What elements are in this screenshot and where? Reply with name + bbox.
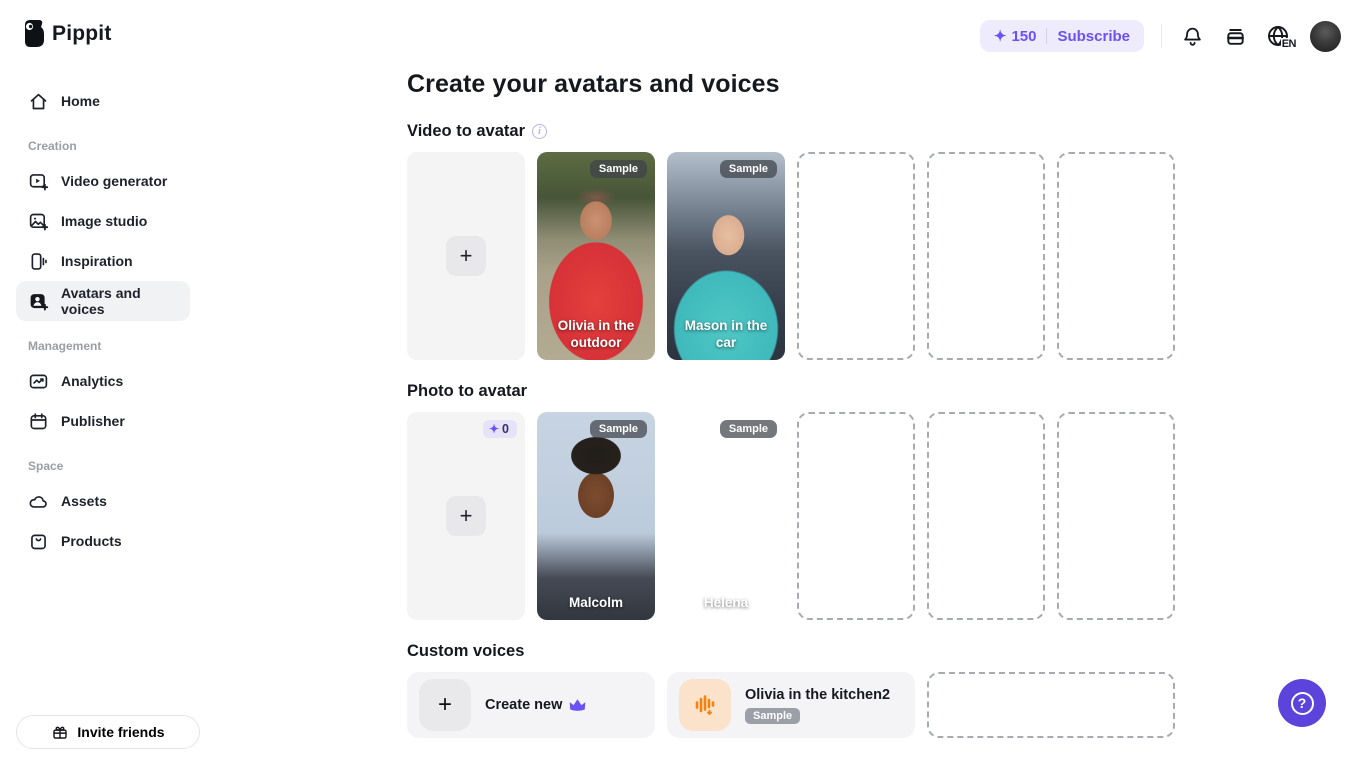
credit-cost-value: 0 (502, 422, 509, 436)
avatar-card-title: Helena (675, 594, 777, 612)
sample-badge: Sample (590, 160, 647, 178)
brand-name: Pippit (52, 22, 112, 46)
language-code: EN (1281, 38, 1297, 50)
sidebar-item-label: Video generator (61, 173, 167, 189)
credit-star-icon: ✦ (489, 422, 499, 436)
plus-icon: + (419, 679, 471, 731)
orders-button[interactable] (1222, 23, 1248, 49)
sidebar-item-label: Image studio (61, 213, 147, 229)
image-studio-icon (28, 211, 49, 232)
publisher-icon (28, 411, 49, 432)
photo-to-avatar-title: Photo to avatar (407, 382, 527, 401)
credits-button[interactable]: ✦ 150 (994, 27, 1037, 45)
empty-voice-slot (927, 672, 1175, 738)
plus-icon: + (446, 496, 486, 536)
sidebar-item-label: Avatars and voices (61, 285, 178, 317)
language-button[interactable]: EN (1265, 23, 1293, 49)
orders-icon (1224, 25, 1247, 48)
video-to-avatar-title: Video to avatar (407, 122, 525, 141)
avatar-card-olivia-outdoor[interactable]: Sample Olivia in the outdoor (537, 152, 655, 360)
empty-avatar-slot (927, 412, 1045, 620)
voice-title: Olivia in the kitchen2 (745, 687, 890, 703)
credits-pill: ✦ 150 Subscribe (980, 20, 1144, 52)
sidebar-item-analytics[interactable]: Analytics (16, 361, 190, 401)
avatar-card-title: Malcolm (545, 594, 647, 612)
voice-sample-badge: Sample (745, 708, 800, 724)
sidebar-item-label: Assets (61, 493, 107, 509)
sidebar-item-home[interactable]: Home (16, 81, 190, 121)
brand-logo[interactable]: Pippit (22, 20, 190, 47)
products-bag-icon (28, 531, 49, 552)
add-photo-avatar-card[interactable]: ✦ 0 + (407, 412, 525, 620)
assets-cloud-icon (28, 491, 49, 512)
info-icon[interactable]: i (532, 124, 547, 139)
sidebar-item-inspiration[interactable]: Inspiration (16, 241, 190, 281)
avatar-card-mason-car[interactable]: Sample Mason in the car (667, 152, 785, 360)
topbar: ✦ 150 Subscribe EN (980, 0, 1341, 72)
sidebar-item-video-generator[interactable]: Video generator (16, 161, 190, 201)
video-to-avatar-row: + Sample Olivia in the outdoor Sample Ma… (407, 152, 1176, 360)
topbar-divider (1161, 24, 1162, 48)
user-avatar[interactable] (1310, 21, 1341, 52)
add-video-avatar-card[interactable]: + (407, 152, 525, 360)
pippit-logo-icon (22, 20, 44, 47)
sample-badge: Sample (720, 160, 777, 178)
sidebar-item-label: Home (61, 93, 100, 109)
sidebar-item-publisher[interactable]: Publisher (16, 401, 190, 441)
avatar-card-malcolm[interactable]: Sample Malcolm (537, 412, 655, 620)
voice-tile (679, 679, 731, 731)
plus-icon: + (446, 236, 486, 276)
sidebar-item-label: Products (61, 533, 122, 549)
create-voice-button[interactable]: + Create new (407, 672, 655, 738)
avatars-and-voices-icon (28, 291, 49, 312)
analytics-icon (28, 371, 49, 392)
sidebar-section-management: Management (28, 339, 190, 353)
sidebar-item-label: Inspiration (61, 253, 133, 269)
notifications-button[interactable] (1179, 23, 1205, 49)
main-content: Create your avatars and voices Video to … (407, 70, 1176, 738)
empty-avatar-slot (927, 152, 1045, 360)
sidebar-item-label: Publisher (61, 413, 125, 429)
sidebar-item-image-studio[interactable]: Image studio (16, 201, 190, 241)
credit-cost-badge: ✦ 0 (483, 420, 517, 438)
help-button[interactable]: ? (1278, 679, 1326, 727)
sidebar-item-products[interactable]: Products (16, 521, 190, 561)
sidebar-section-creation: Creation (28, 139, 190, 153)
sample-badge: Sample (720, 420, 777, 438)
page-title: Create your avatars and voices (407, 70, 1176, 99)
empty-avatar-slot (1057, 412, 1175, 620)
sample-badge: Sample (590, 420, 647, 438)
voice-waveform-icon (692, 692, 718, 718)
avatar-card-title: Mason in the car (675, 317, 777, 352)
empty-avatar-slot (1057, 152, 1175, 360)
sidebar: Pippit Home Creation Video generator Ima… (0, 0, 206, 767)
question-mark-icon: ? (1291, 692, 1314, 715)
create-voice-label: Create new (485, 697, 562, 713)
empty-avatar-slot (797, 412, 915, 620)
gift-icon (51, 723, 69, 741)
custom-voices-row: + Create new Olivia in the kitchen2 Samp… (407, 672, 1176, 738)
bell-icon (1181, 25, 1204, 48)
inspiration-icon (28, 251, 49, 272)
avatar-card-title: Olivia in the outdoor (545, 317, 647, 352)
crown-icon (569, 698, 586, 712)
home-icon (28, 91, 49, 112)
pill-divider (1046, 28, 1047, 44)
avatar-card-helena[interactable]: Sample Helena (667, 412, 785, 620)
voice-item-olivia-kitchen2[interactable]: Olivia in the kitchen2 Sample (667, 672, 915, 738)
invite-friends-label: Invite friends (77, 724, 164, 740)
subscribe-button[interactable]: Subscribe (1057, 28, 1130, 45)
sidebar-section-space: Space (28, 459, 190, 473)
sidebar-item-assets[interactable]: Assets (16, 481, 190, 521)
photo-to-avatar-row: ✦ 0 + Sample Malcolm Sample Helena (407, 412, 1176, 620)
video-generator-icon (28, 171, 49, 192)
sidebar-item-avatars-and-voices[interactable]: Avatars and voices (16, 281, 190, 321)
custom-voices-title: Custom voices (407, 642, 524, 661)
credit-star-icon: ✦ (994, 27, 1007, 45)
credits-count: 150 (1011, 28, 1036, 45)
empty-avatar-slot (797, 152, 915, 360)
invite-friends-button[interactable]: Invite friends (16, 715, 200, 749)
sidebar-item-label: Analytics (61, 373, 123, 389)
